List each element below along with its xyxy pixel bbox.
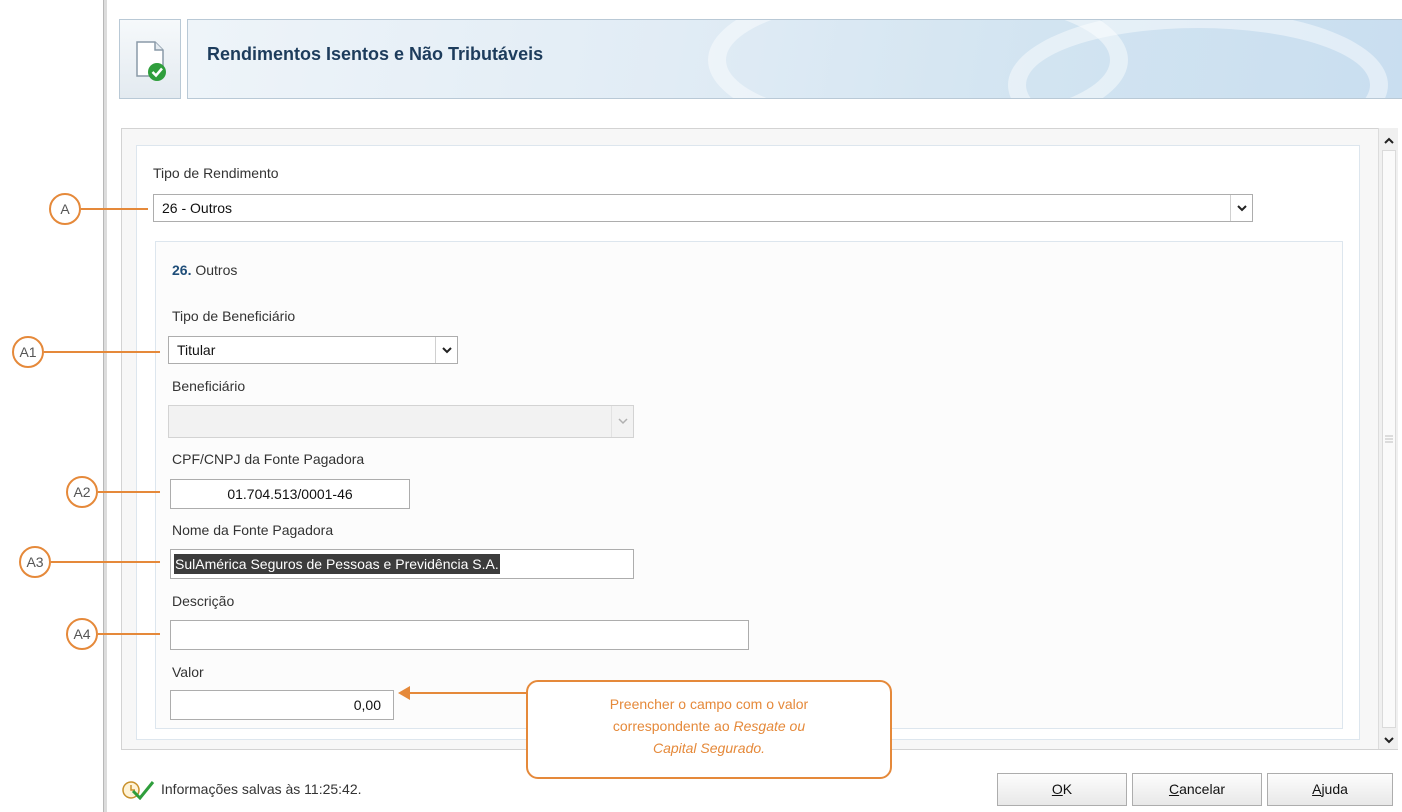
callout-text-italic: Resgate ou [733, 718, 806, 734]
window-left-border [103, 0, 107, 812]
nome-fonte-pagadora-label: Nome da Fonte Pagadora [172, 522, 334, 538]
annotation-a1-line [44, 351, 160, 353]
ok-label: K [1062, 781, 1073, 797]
annotation-a3-line [51, 561, 160, 563]
ok-mnemonic: O [1051, 781, 1063, 797]
chevron-down-icon [1384, 736, 1394, 743]
section-heading: 26. Outros [172, 262, 237, 278]
section-number: 26. [172, 262, 192, 278]
header-icon-frame [119, 19, 181, 99]
cpf-cnpj-label: CPF/CNPJ da Fonte Pagadora [172, 451, 365, 467]
chevron-down-icon[interactable] [435, 337, 457, 363]
callout-box: Preencher o campo com o valor correspond… [526, 680, 892, 779]
document-check-icon [136, 41, 166, 81]
valor-input[interactable]: 0,00 [170, 690, 394, 720]
callout-line-1: Preencher o campo com o valor [609, 696, 809, 712]
annotation-a2: A2 [66, 476, 98, 508]
callout-text-italic-2: Capital Segurado. [652, 740, 766, 756]
tipo-beneficiario-value: Titular [177, 342, 216, 358]
status-text: Informações salvas às 11:25:42. [161, 781, 362, 797]
chevron-up-icon [1384, 137, 1394, 144]
cancel-mnemonic: C [1168, 781, 1180, 797]
annotation-a3: A3 [19, 546, 51, 578]
window-title: Rendimentos Isentos e Não Tributáveis [207, 44, 544, 64]
beneficiario-select [168, 405, 634, 438]
annotation-a-line [81, 208, 148, 210]
annotation-a1: A1 [12, 336, 44, 368]
chevron-down-icon[interactable] [1230, 195, 1252, 221]
saved-check-icon [122, 781, 155, 800]
annotation-a2-line [98, 491, 160, 493]
tipo-beneficiario-label: Tipo de Beneficiário [172, 308, 296, 324]
help-label: juda [1321, 781, 1348, 797]
tipo-rendimento-value: 26 - Outros [162, 200, 233, 216]
scroll-up-button[interactable] [1379, 130, 1399, 150]
valor-value: 0,00 [353, 697, 381, 713]
help-button[interactable]: Ajuda [1267, 773, 1393, 806]
cancel-button[interactable]: Cancelar [1132, 773, 1262, 806]
callout-line-2: correspondente ao Resgate ou [528, 715, 890, 737]
tipo-rendimento-label: Tipo de Rendimento [153, 165, 279, 181]
banner-decoration [1008, 20, 1388, 98]
annotation-a: A [49, 193, 81, 225]
callout-line-3: Capital Segurado. [528, 737, 890, 759]
annotation-a4-line [98, 633, 160, 635]
cancel-label: ancelar [1179, 781, 1226, 797]
callout-arrow-head [398, 686, 410, 700]
callout-arrow-line [409, 692, 527, 694]
cpf-cnpj-input[interactable]: 01.704.513/0001-46 [170, 479, 410, 509]
grip-icon [1385, 435, 1393, 443]
status-bar: Informações salvas às 11:25:42. [121, 778, 362, 800]
chevron-down-icon [611, 406, 633, 437]
ok-button[interactable]: OK [997, 773, 1127, 806]
tipo-rendimento-select[interactable]: 26 - Outros [153, 194, 1253, 222]
scrollbar-thumb[interactable] [1382, 150, 1396, 728]
vertical-scrollbar[interactable] [1378, 128, 1398, 749]
tipo-beneficiario-select[interactable]: Titular [168, 336, 458, 364]
callout-text-plain: correspondente ao [612, 718, 734, 734]
descricao-input[interactable] [170, 620, 749, 650]
valor-label: Valor [172, 664, 204, 680]
nome-fonte-pagadora-value: SulAmérica Seguros de Pessoas e Previdên… [174, 554, 500, 574]
beneficiario-label: Beneficiário [172, 378, 246, 394]
annotation-a4: A4 [66, 618, 98, 650]
section-title: Outros [195, 262, 238, 278]
nome-fonte-pagadora-input[interactable]: SulAmérica Seguros de Pessoas e Previdên… [170, 549, 634, 579]
descricao-label: Descrição [172, 593, 235, 609]
scroll-down-button[interactable] [1379, 730, 1399, 750]
cpf-cnpj-value: 01.704.513/0001-46 [227, 486, 353, 502]
